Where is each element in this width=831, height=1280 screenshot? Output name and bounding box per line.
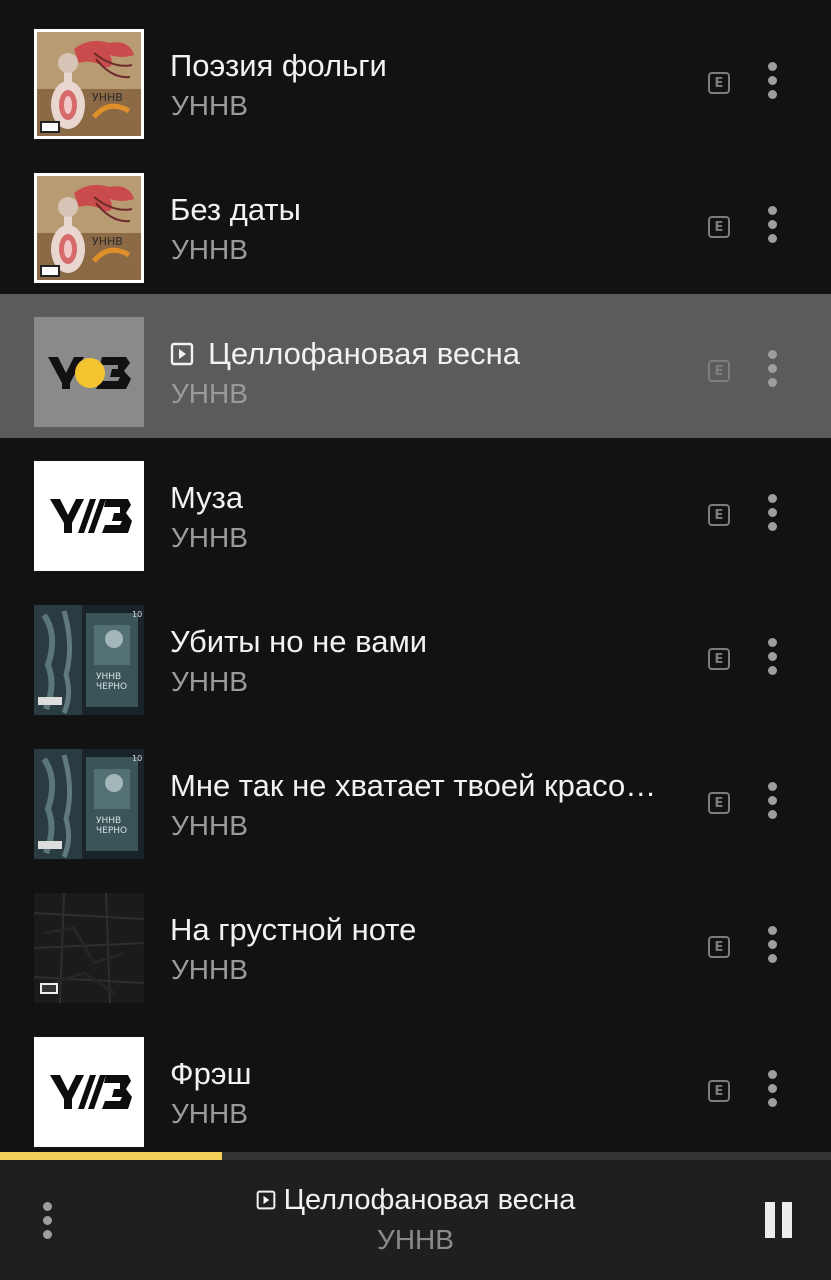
svg-text:УННВ: УННВ (96, 672, 121, 682)
now-playing-icon (256, 1190, 275, 1210)
track-artist: УННВ (171, 378, 248, 409)
explicit-icon: E (708, 1080, 730, 1102)
track-title-line: На грустной ноте (170, 910, 700, 950)
svg-text:10: 10 (132, 754, 142, 763)
track-artist: УННВ (171, 522, 248, 553)
track-row[interactable]: На грустной ноте УННВ E (0, 870, 831, 1014)
track-artist: УННВ (171, 234, 248, 265)
more-options-icon[interactable] (760, 782, 786, 822)
track-title: Мне так не хватает твоей красо… (170, 768, 657, 803)
track-title: Фрэш (170, 1056, 252, 1091)
track-title-line: Целлофановая весна (170, 334, 700, 374)
album-cover (34, 893, 144, 1003)
track-title-line: Мне так не хватает твоей красо… (170, 766, 700, 806)
album-cover: УННВ (34, 173, 144, 283)
track-title-line: Без даты (170, 190, 700, 230)
more-options-icon[interactable] (760, 1070, 786, 1110)
more-options-icon[interactable] (760, 926, 786, 966)
explicit-icon: E (708, 792, 730, 814)
now-playing-icon (170, 342, 194, 366)
album-cover: УННВ (34, 29, 144, 139)
album-art-image: УННВЧЕРНО 10 (34, 749, 144, 859)
track-row[interactable]: Фрэш УННВ E (0, 1014, 831, 1158)
track-row[interactable]: УННВ ЧЕРНО 10 Мне так не хватает твоей крас… (0, 726, 831, 870)
explicit-icon: E (708, 72, 730, 94)
player-track-title: Целлофановая весна (283, 1183, 576, 1216)
track-row[interactable]: УННВ ЧЕРНО 10 Убиты но не вами УННВ E (0, 582, 831, 726)
album-art-image: УННВ (34, 29, 144, 139)
track-artist: УННВ (171, 90, 248, 121)
svg-text:УННВ: УННВ (92, 91, 123, 104)
track-title: Убиты но не вами (170, 624, 428, 659)
album-art-image (34, 461, 144, 571)
track-title-line: Убиты но не вами (170, 622, 700, 662)
album-art-image: УННВ (34, 173, 144, 283)
more-options-icon[interactable] (760, 494, 786, 534)
player-track-artist: УННВ (377, 1224, 454, 1255)
album-art-image (34, 317, 144, 427)
album-cover: УННВ ЧЕРНО 10 (34, 749, 144, 859)
mini-player[interactable]: Целлофановая весна УННВ (0, 1160, 831, 1280)
pause-icon (765, 1202, 775, 1238)
pause-button[interactable] (760, 1202, 796, 1240)
svg-text:ЧЕРНО: ЧЕРНО (96, 826, 127, 836)
album-art-image (34, 893, 144, 1003)
explicit-icon: E (708, 504, 730, 526)
album-cover (34, 317, 144, 427)
track-title-line: Поэзия фольги (170, 46, 700, 86)
track-title: На грустной ноте (170, 912, 417, 947)
album-art-image: УННВЧЕРНО 10 (34, 605, 144, 715)
more-options-icon[interactable] (760, 350, 786, 390)
playback-progress-fill (0, 1152, 222, 1160)
explicit-icon: E (708, 936, 730, 958)
track-row[interactable]: Целлофановая весна УННВ E (0, 294, 831, 438)
track-row[interactable]: Муза УННВ E (0, 438, 831, 582)
playback-progress-bar[interactable] (0, 1152, 831, 1160)
explicit-icon: E (708, 360, 730, 382)
track-title: Целлофановая весна (208, 336, 520, 371)
svg-text:УННВ: УННВ (92, 235, 123, 248)
track-title: Поэзия фольги (170, 48, 387, 83)
album-cover (34, 1037, 144, 1147)
track-row[interactable]: УННВ Без даты УННВ E (0, 150, 831, 294)
track-artist: УННВ (171, 1098, 248, 1129)
svg-text:УННВ: УННВ (96, 816, 121, 826)
svg-text:10: 10 (132, 610, 142, 619)
track-title-line: Муза (170, 478, 700, 518)
more-options-icon[interactable] (760, 62, 786, 102)
track-title: Муза (170, 480, 244, 515)
more-options-icon[interactable] (760, 638, 786, 678)
player-title-line[interactable]: Целлофановая весна (0, 1180, 831, 1220)
track-artist: УННВ (171, 810, 248, 841)
track-row[interactable]: УННВ Поэзия фольги УННВ E (0, 6, 831, 150)
more-options-icon[interactable] (760, 206, 786, 246)
track-title-line: Фрэш (170, 1054, 700, 1094)
track-title: Без даты (170, 192, 301, 227)
track-list: УННВ Поэзия фольги УННВ E УННВ Без даты УННВ E Ц… (0, 0, 831, 1154)
album-cover (34, 461, 144, 571)
svg-text:ЧЕРНО: ЧЕРНО (96, 682, 127, 692)
explicit-icon: E (708, 648, 730, 670)
album-art-image (34, 1037, 144, 1147)
track-artist: УННВ (171, 666, 248, 697)
album-cover: УННВ ЧЕРНО 10 (34, 605, 144, 715)
track-artist: УННВ (171, 954, 248, 985)
explicit-icon: E (708, 216, 730, 238)
